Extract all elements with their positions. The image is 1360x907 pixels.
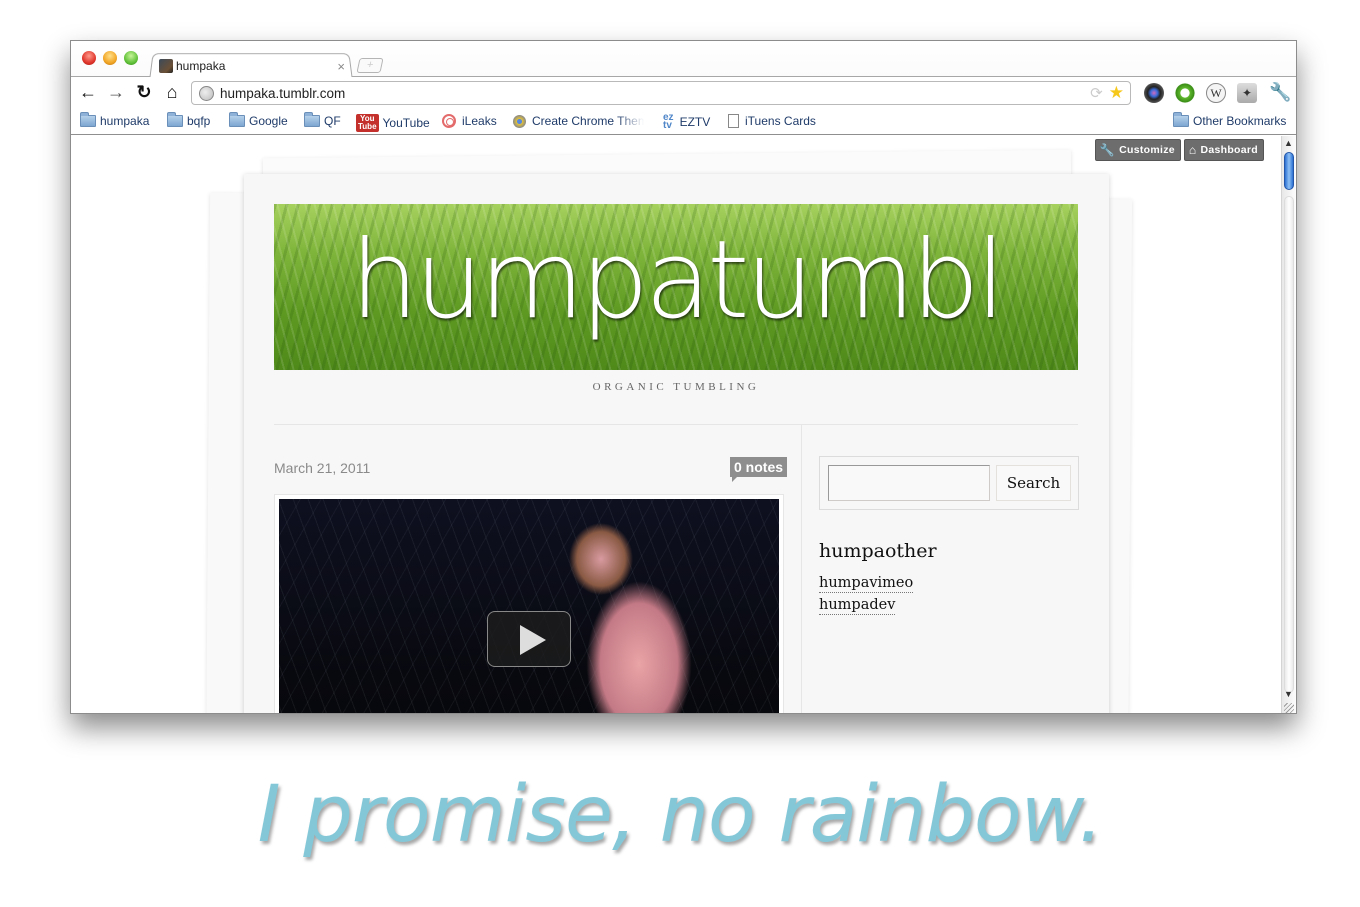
sidebar-link-humpavimeo[interactable]: humpavimeo <box>819 574 914 593</box>
address-bar[interactable]: humpaka.tumblr.com ⟳ ★ <box>191 81 1131 105</box>
scroll-up-arrow[interactable]: ▲ <box>1284 138 1293 148</box>
column-divider <box>801 425 802 713</box>
folder-icon <box>229 112 245 127</box>
bookmark-ituens-cards[interactable]: iTuens Cards <box>728 114 816 128</box>
customize-label: Customize <box>1119 144 1175 156</box>
wrench-menu-icon[interactable]: 🔧 <box>1269 82 1291 103</box>
customize-button[interactable]: 🔧 Customize <box>1094 139 1181 161</box>
dashboard-label: Dashboard <box>1200 144 1258 156</box>
youtube-icon: You Tube <box>356 114 379 132</box>
bookmark-create-chrome-theme[interactable]: Create Chrome Them <box>513 114 644 128</box>
tumblr-controls: 🔧 Customize ⌂ Dashboard <box>1094 139 1264 161</box>
tab-humpaka[interactable]: humpaka × <box>159 55 349 77</box>
bookmark-label: humpaka <box>100 114 150 128</box>
folder-icon <box>167 112 183 127</box>
reload-button[interactable]: ↻ <box>134 82 154 102</box>
header-banner[interactable]: humpatumbl <box>274 204 1078 370</box>
dashboard-button[interactable]: ⌂ Dashboard <box>1183 139 1264 161</box>
bookmark-youtube[interactable]: You Tube YouTube <box>356 114 430 132</box>
post-date[interactable]: March 21, 2011 <box>274 460 370 476</box>
wikipedia-extension-icon[interactable]: W <box>1206 83 1226 103</box>
ileaks-icon <box>442 114 456 128</box>
bookmark-google[interactable]: Google <box>229 112 288 128</box>
document-icon <box>728 114 739 128</box>
window-zoom-button[interactable] <box>124 51 138 65</box>
new-tab-button[interactable]: + <box>356 58 384 73</box>
resize-grip[interactable] <box>1284 703 1294 713</box>
search-form: Search <box>819 456 1079 510</box>
favicon-icon <box>159 59 173 73</box>
eztv-icon: ez tv <box>663 112 674 131</box>
vertical-scrollbar[interactable]: ▲ ▼ <box>1281 136 1296 713</box>
camera-extension-icon[interactable] <box>1144 83 1164 103</box>
page-action-icon[interactable]: ⟳ <box>1090 84 1103 102</box>
home-icon: ⌂ <box>1188 143 1197 157</box>
window-close-button[interactable] <box>82 51 96 65</box>
twitter-extension-icon[interactable]: ✦ <box>1237 83 1257 103</box>
scrollbar-thumb[interactable] <box>1284 152 1294 190</box>
bookmark-label: YouTube <box>382 116 430 130</box>
folder-icon <box>304 112 320 127</box>
wrench-icon: 🔧 <box>1099 143 1116 157</box>
bookmark-label: bqfp <box>187 114 211 128</box>
video-post <box>274 494 784 713</box>
bookmark-label: Other Bookmarks <box>1193 114 1287 128</box>
tab-strip: humpaka × + <box>71 41 1296 79</box>
notes-badge[interactable]: 0 notes <box>730 457 788 482</box>
window-minimize-button[interactable] <box>103 51 117 65</box>
scrollbar-track[interactable] <box>1284 196 1294 693</box>
scroll-down-arrow[interactable]: ▼ <box>1284 689 1293 699</box>
bookmark-label: Create Chrome Them <box>532 114 644 128</box>
blog-page: humpatumbl ORGANIC TUMBLING March 21, 20… <box>244 174 1109 713</box>
bookmark-label: QF <box>324 114 341 128</box>
other-bookmarks[interactable]: Other Bookmarks <box>1173 112 1287 128</box>
bookmark-label: iTuens Cards <box>745 114 816 128</box>
bookmark-label: iLeaks <box>462 114 497 128</box>
folder-icon <box>80 112 96 127</box>
page-viewport: humpatumbl ORGANIC TUMBLING March 21, 20… <box>71 136 1282 713</box>
tab-title: humpaka <box>176 59 226 73</box>
forward-button[interactable]: → <box>106 82 126 102</box>
globe-icon <box>199 85 214 101</box>
play-icon[interactable] <box>487 611 571 667</box>
blog-tagline: ORGANIC TUMBLING <box>592 381 760 393</box>
bookmark-ileaks[interactable]: iLeaks <box>442 114 497 128</box>
home-button[interactable]: ⌂ <box>162 82 182 102</box>
bookmark-qf[interactable]: QF <box>304 112 341 128</box>
bookmark-humpaka[interactable]: humpaka <box>80 112 150 128</box>
blog-title: humpatumbl <box>350 218 1005 343</box>
browser-window: humpaka × + ← → ↻ ⌂ humpaka.tumblr.com ⟳… <box>70 40 1297 714</box>
video-thumbnail[interactable] <box>279 499 779 713</box>
bookmark-bqfp[interactable]: bqfp <box>167 112 211 128</box>
back-button[interactable]: ← <box>78 82 98 102</box>
caption-text: I promise, no rainbow. <box>257 770 1104 860</box>
search-button[interactable]: Search <box>996 465 1071 501</box>
toolbar: ← → ↻ ⌂ humpaka.tumblr.com ⟳ ★ W ✦ 🔧 <box>71 77 1296 109</box>
divider <box>274 424 1078 425</box>
sidebar-heading: humpaother <box>819 540 937 562</box>
green-ring-extension-icon[interactable] <box>1175 83 1195 103</box>
sidebar-link-humpadev[interactable]: humpadev <box>819 596 896 615</box>
chrome-theme-icon <box>513 114 526 128</box>
bookmarks-bar: humpaka bqfp Google QF You Tube YouTube i… <box>71 109 1296 135</box>
bookmark-eztv[interactable]: ez tv EZTV <box>663 112 711 131</box>
bookmark-label: EZTV <box>679 115 711 129</box>
folder-icon <box>1173 112 1189 127</box>
search-input[interactable] <box>828 465 990 501</box>
bookmark-label: Google <box>249 114 288 128</box>
url-text[interactable]: humpaka.tumblr.com <box>220 86 1090 101</box>
tab-close-icon[interactable]: × <box>337 59 345 74</box>
bookmark-star-icon[interactable]: ★ <box>1109 83 1124 103</box>
